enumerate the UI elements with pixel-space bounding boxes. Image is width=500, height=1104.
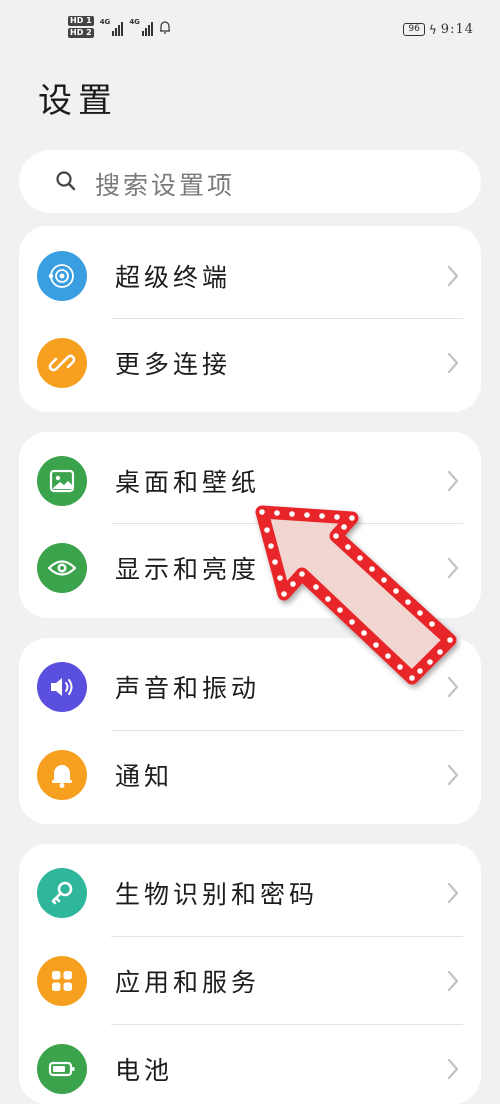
signal-1-icon: 4G xyxy=(100,18,124,36)
settings-item-battery[interactable]: 电池 xyxy=(19,1024,481,1104)
status-bar: HD 1 HD 2 4G 4G 96 ϟ 9:14 xyxy=(0,0,500,50)
chevron-right-icon xyxy=(447,970,459,992)
charging-icon: ϟ xyxy=(428,22,437,37)
chevron-right-icon xyxy=(447,352,459,374)
settings-item-label: 更多连接 xyxy=(115,350,232,379)
status-right: 96 ϟ 9:14 xyxy=(403,22,474,37)
settings-item-label: 声音和振动 xyxy=(115,674,261,703)
network-1-label: 4G xyxy=(99,18,111,26)
battery-icon xyxy=(37,1044,87,1094)
image-icon xyxy=(37,456,87,506)
settings-item-notifications[interactable]: 通知 xyxy=(19,730,481,818)
sim1-badge: HD 1 xyxy=(68,16,94,26)
settings-item-label: 电池 xyxy=(115,1056,174,1085)
super-device-icon xyxy=(37,251,87,301)
bell-icon xyxy=(37,750,87,800)
settings-item-label: 桌面和壁纸 xyxy=(115,468,261,497)
key-icon xyxy=(37,868,87,918)
network-2-label: 4G xyxy=(129,18,140,26)
settings-item-label: 超级终端 xyxy=(115,263,232,292)
signal-2-icon: 4G xyxy=(129,18,153,36)
settings-group-security: 生物识别和密码 应用和服务 电池 xyxy=(19,844,481,1104)
settings-item-apps-services[interactable]: 应用和服务 xyxy=(19,936,481,1024)
eye-icon xyxy=(37,543,87,593)
settings-item-label: 生物识别和密码 xyxy=(115,880,319,909)
sim-indicators: HD 1 HD 2 xyxy=(68,16,94,38)
link-icon xyxy=(37,338,87,388)
status-left: HD 1 HD 2 4G 4G xyxy=(68,16,171,38)
settings-group-connectivity: 超级终端 更多连接 xyxy=(19,226,481,412)
apps-icon xyxy=(37,956,87,1006)
notification-app-icon xyxy=(159,21,170,34)
annotation-arrow-icon xyxy=(255,505,457,685)
speaker-icon xyxy=(37,662,87,712)
search-placeholder: 搜索设置项 xyxy=(95,171,236,200)
search-icon xyxy=(56,171,76,191)
settings-item-label: 显示和亮度 xyxy=(115,555,261,584)
battery-indicator: 96 xyxy=(403,23,425,36)
clock: 9:14 xyxy=(440,22,474,37)
chevron-right-icon xyxy=(447,265,459,287)
settings-item-biometrics-password[interactable]: 生物识别和密码 xyxy=(19,848,481,936)
settings-item-label: 应用和服务 xyxy=(115,968,261,997)
chevron-right-icon xyxy=(447,1058,459,1080)
settings-item-super-device[interactable]: 超级终端 xyxy=(19,231,481,319)
chevron-right-icon xyxy=(447,764,459,786)
chevron-right-icon xyxy=(447,470,459,492)
settings-item-more-connections[interactable]: 更多连接 xyxy=(19,318,481,406)
sim2-badge: HD 2 xyxy=(68,28,94,38)
search-bar[interactable]: 搜索设置项 xyxy=(19,150,481,213)
chevron-right-icon xyxy=(447,882,459,904)
settings-item-label: 通知 xyxy=(115,762,174,791)
page-title: 设置 xyxy=(38,81,118,121)
